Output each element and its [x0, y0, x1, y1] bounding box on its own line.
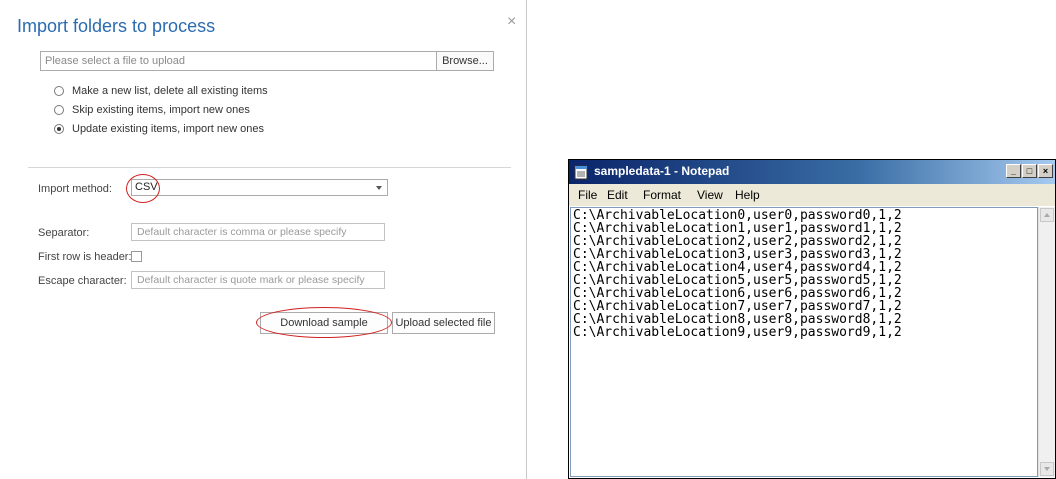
browse-button[interactable]: Browse...	[436, 52, 493, 70]
escape-character-input[interactable]	[131, 271, 385, 289]
file-upload-row: Browse...	[40, 51, 494, 71]
download-sample-button[interactable]: Download sample	[260, 312, 388, 334]
option-new-list[interactable]: Make a new list, delete all existing ite…	[54, 84, 268, 98]
notepad-title: sampledata-1 - Notepad	[594, 164, 730, 178]
notepad-icon	[574, 165, 588, 180]
minimize-button[interactable]: _	[1006, 164, 1021, 178]
scroll-down-arrow-icon[interactable]	[1040, 462, 1054, 476]
radio-update-existing[interactable]	[54, 124, 64, 134]
escape-character-label: Escape character:	[38, 275, 127, 287]
vertical-scrollbar[interactable]	[1038, 207, 1055, 477]
chevron-down-icon	[376, 186, 382, 190]
import-dialog: Import folders to process × Browse... Ma…	[0, 0, 527, 479]
menu-help[interactable]: Help	[735, 188, 760, 202]
import-method-label: Import method:	[38, 183, 112, 195]
menu-edit[interactable]: Edit	[607, 188, 628, 202]
close-button[interactable]: ×	[1038, 164, 1053, 178]
notepad-content: C:\ArchivableLocation0,user0,password0,1…	[573, 209, 902, 339]
scroll-up-arrow-icon[interactable]	[1040, 208, 1054, 222]
notepad-text-area[interactable]: C:\ArchivableLocation0,user0,password0,1…	[570, 207, 1038, 477]
option-skip-existing-label: Skip existing items, import new ones	[72, 104, 250, 116]
maximize-button[interactable]: □	[1022, 164, 1037, 178]
notepad-titlebar[interactable]: sampledata-1 - Notepad _ □ ×	[569, 160, 1055, 184]
option-new-list-label: Make a new list, delete all existing ite…	[72, 85, 268, 97]
notepad-window: sampledata-1 - Notepad _ □ × File Edit F…	[568, 159, 1056, 479]
radio-skip-existing[interactable]	[54, 105, 64, 115]
radio-new-list[interactable]	[54, 86, 64, 96]
text-line: C:\ArchivableLocation9,user9,password9,1…	[573, 325, 902, 340]
menu-file[interactable]: File	[578, 188, 597, 202]
import-method-select[interactable]: CSV	[131, 179, 388, 196]
upload-selected-file-button[interactable]: Upload selected file	[392, 312, 495, 334]
notepad-menubar: File Edit Format View Help	[569, 184, 1055, 206]
section-divider	[28, 167, 511, 168]
menu-format[interactable]: Format	[643, 188, 681, 202]
separator-label: Separator:	[38, 227, 90, 239]
separator-input[interactable]	[131, 223, 385, 241]
option-update-existing-label: Update existing items, import new ones	[72, 123, 264, 135]
first-row-header-checkbox[interactable]	[131, 251, 142, 262]
option-skip-existing[interactable]: Skip existing items, import new ones	[54, 103, 250, 117]
file-path-input[interactable]	[41, 52, 441, 70]
dialog-title: Import folders to process	[17, 16, 216, 36]
menu-view[interactable]: View	[697, 188, 723, 202]
first-row-header-label: First row is header:	[38, 251, 132, 263]
option-update-existing[interactable]: Update existing items, import new ones	[54, 122, 264, 136]
import-method-value: CSV	[135, 181, 158, 193]
close-icon[interactable]: ×	[507, 14, 516, 30]
